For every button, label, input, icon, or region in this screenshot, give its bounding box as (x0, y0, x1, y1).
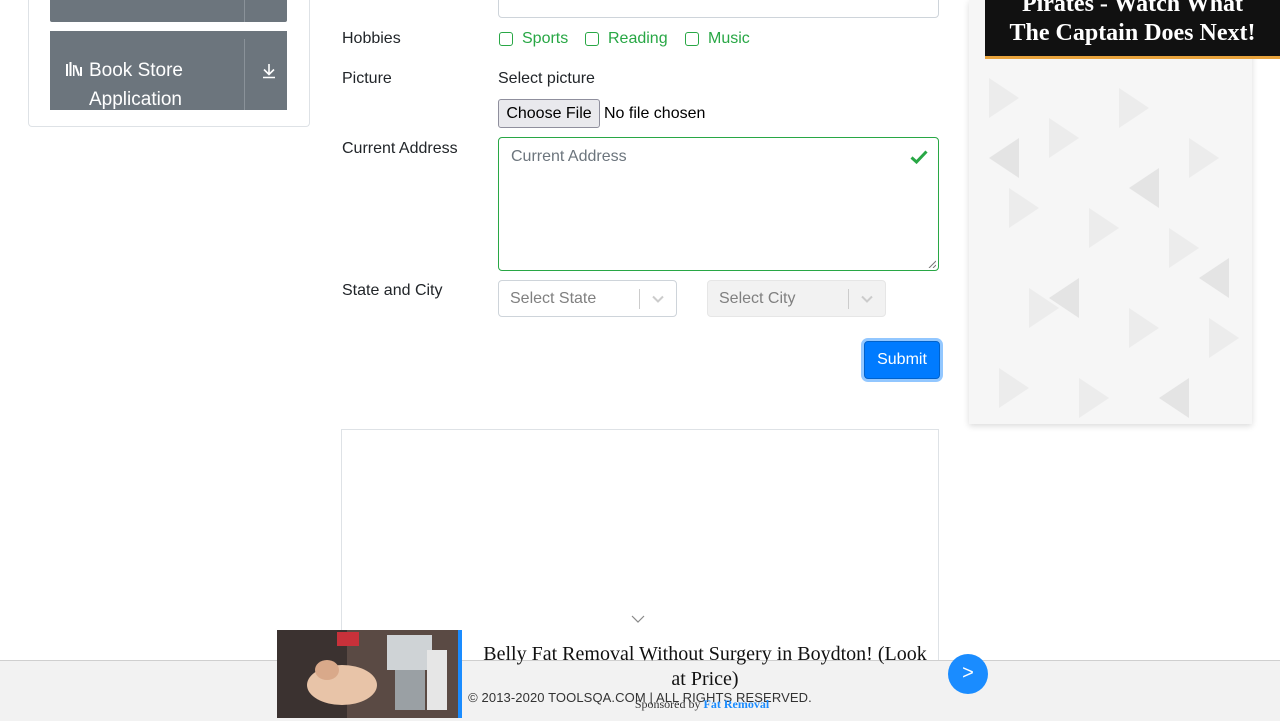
chevron-down-icon[interactable] (860, 293, 874, 305)
ad-sponsor-link[interactable]: Fat Removal (704, 697, 770, 711)
bottom-ad[interactable]: Belly Fat Removal Without Surgery in Boy… (277, 630, 1013, 718)
file-status-text: No file chosen (604, 105, 706, 122)
current-address-textarea[interactable]: Current Address (498, 137, 939, 271)
ad-sponsored-prefix: Sponsored by (634, 697, 701, 711)
submit-button[interactable]: Submit (864, 341, 940, 379)
reading-checkbox[interactable] (585, 32, 599, 46)
sidebar-item-book-store-application[interactable]: Book Store Application (50, 31, 287, 110)
select-picture-caption: Select picture (498, 70, 595, 87)
ad-next-button[interactable]: > (948, 654, 988, 694)
ad-banner-line1: Pirates - Watch What (1021, 0, 1244, 17)
select-separator (639, 289, 640, 309)
city-placeholder: Select City (719, 290, 796, 307)
sidebar-item-previous[interactable] (50, 0, 287, 22)
download-icon[interactable] (261, 63, 277, 79)
hobbies-label: Hobbies (342, 30, 401, 47)
chevron-down-icon[interactable] (651, 293, 665, 305)
ad-sponsor-line: Sponsored by Fat Removal (477, 697, 927, 712)
current-address-label: Current Address (342, 140, 458, 157)
sidebar-item-divider (244, 39, 245, 110)
ad-headline[interactable]: Belly Fat Removal Without Surgery in Boy… (477, 642, 933, 692)
ad-background-pattern (989, 78, 1239, 418)
resize-handle-icon[interactable] (928, 260, 936, 268)
state-select[interactable]: Select State (498, 280, 677, 317)
right-ad-panel[interactable] (969, 0, 1252, 424)
books-icon (66, 62, 82, 76)
chevron-down-icon[interactable] (631, 614, 645, 624)
ad-banner[interactable]: Pirates - Watch What The Captain Does Ne… (985, 0, 1280, 59)
state-city-label: State and City (342, 282, 443, 299)
current-address-placeholder: Current Address (511, 148, 627, 165)
ad-thumbnail-image (277, 630, 462, 718)
sidebar-item-divider (244, 0, 245, 22)
sidebar-item-label: Book Store Application (89, 60, 183, 110)
city-select[interactable]: Select City (707, 280, 886, 317)
state-placeholder: Select State (510, 290, 597, 307)
sports-label[interactable]: Sports (522, 30, 568, 48)
sports-checkbox[interactable] (499, 32, 513, 46)
previous-input-field[interactable] (498, 0, 939, 18)
select-separator (848, 289, 849, 309)
ad-thumbnail-accent (458, 630, 462, 718)
reading-label[interactable]: Reading (608, 30, 668, 48)
ad-banner-line2: The Captain Does Next! (1009, 20, 1256, 46)
choose-file-button[interactable]: Choose File (498, 99, 600, 128)
ad-thumbnail[interactable] (277, 630, 462, 718)
hobby-music[interactable]: Music (685, 30, 750, 48)
valid-check-icon (910, 150, 928, 164)
music-label[interactable]: Music (708, 30, 750, 48)
picture-label: Picture (342, 70, 392, 87)
music-checkbox[interactable] (685, 32, 699, 46)
hobby-reading[interactable]: Reading (585, 30, 668, 48)
hobby-sports[interactable]: Sports (499, 30, 568, 48)
